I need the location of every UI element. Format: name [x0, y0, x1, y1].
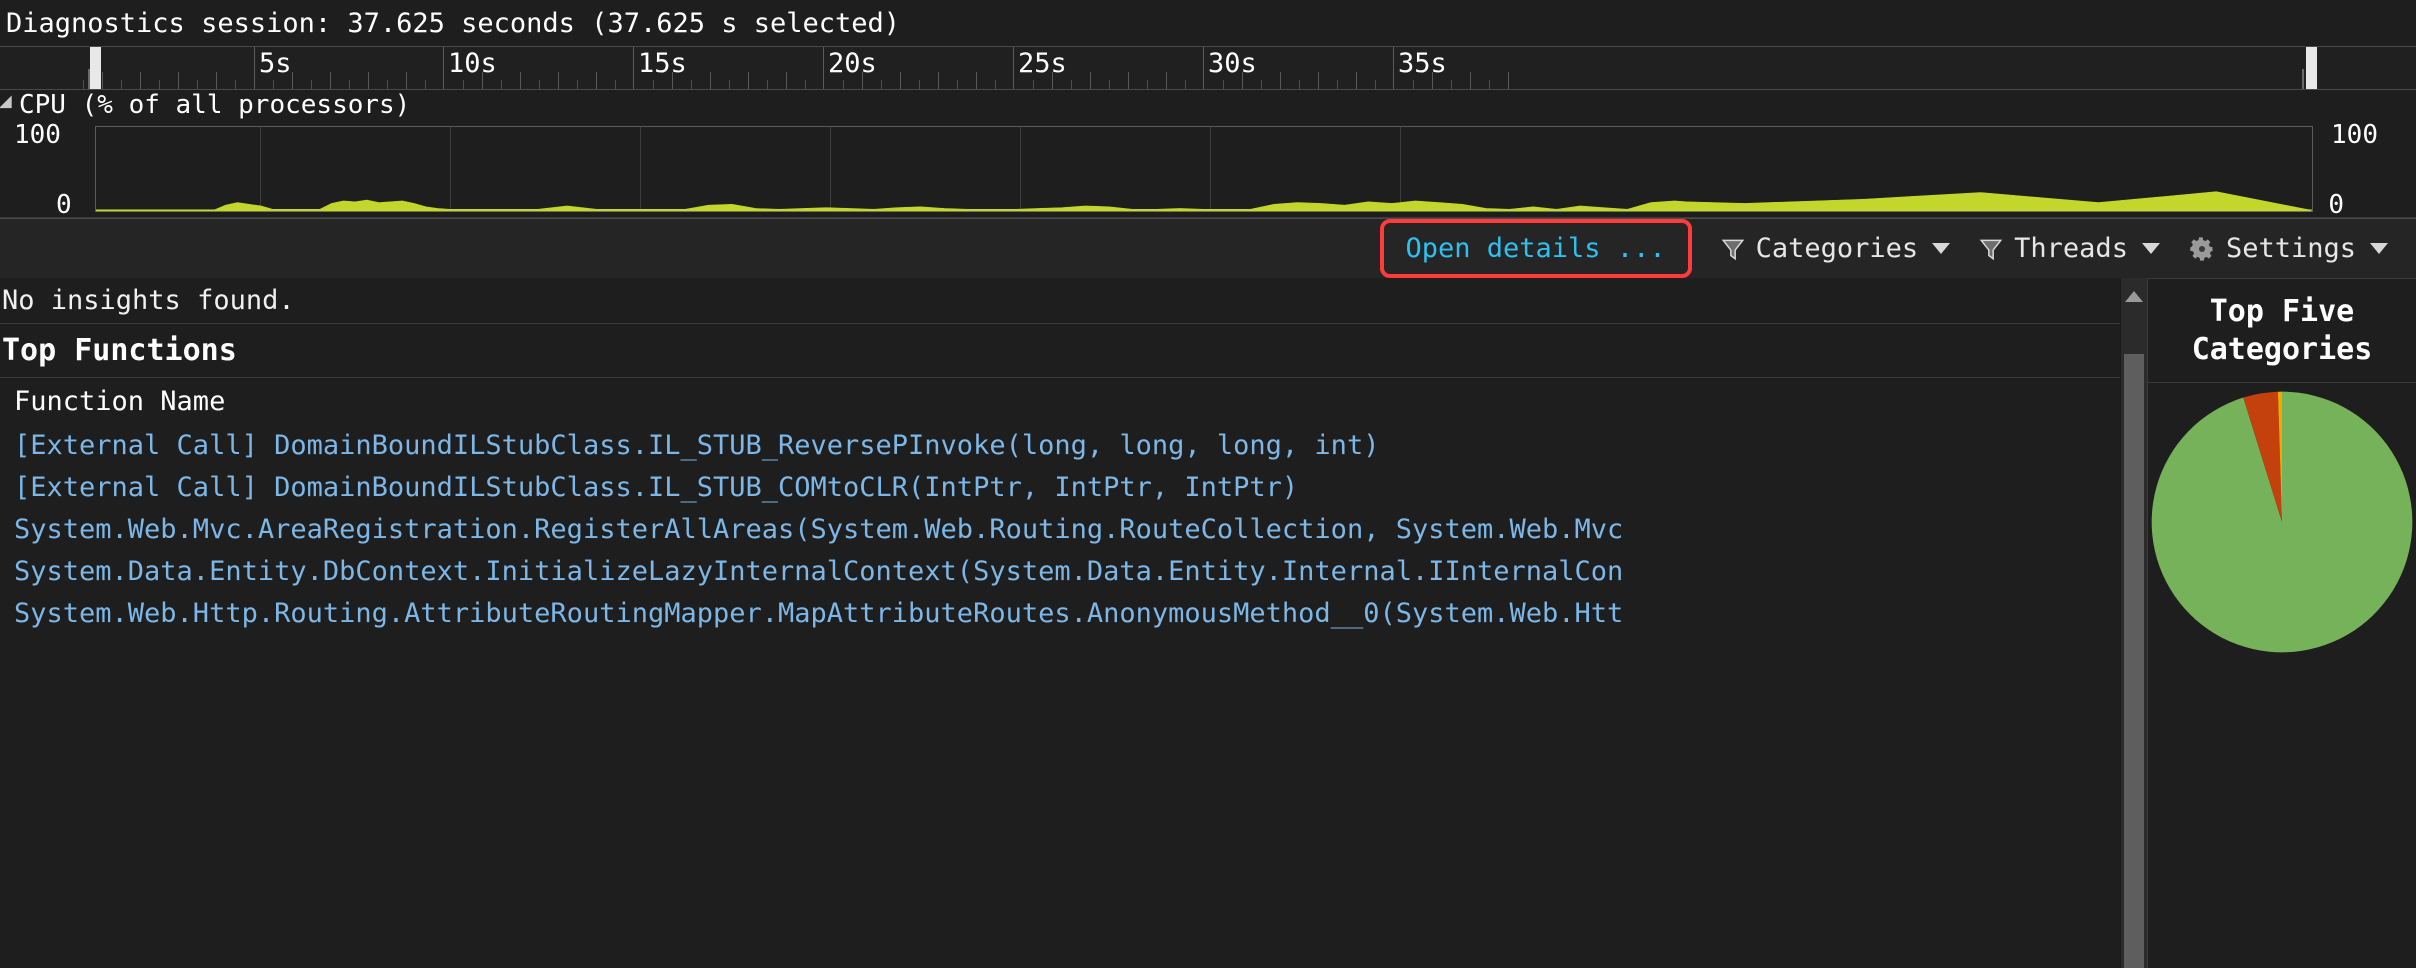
chevron-down-icon — [2142, 243, 2160, 254]
top-categories-title-line2: Categories — [2192, 331, 2373, 369]
cpu-axis-min-left: 0 — [56, 190, 72, 220]
insights-toolbar: Open details ... Categories Threads Sett… — [0, 218, 2416, 278]
ruler-tick-label: 35s — [1393, 48, 1447, 79]
cpu-utilization-graph[interactable] — [95, 126, 2313, 212]
settings-button[interactable]: Settings — [2174, 227, 2402, 270]
collapse-chevron-icon[interactable] — [0, 95, 18, 114]
session-header-bar: Diagnostics session: 37.625 seconds (37.… — [0, 0, 2416, 46]
cpu-area-series — [96, 127, 2312, 211]
cpu-axis-max-left: 100 — [14, 120, 61, 150]
ruler-tick-label: 20s — [823, 48, 877, 79]
ruler-tick-label: 25s — [1013, 48, 1067, 79]
scrollbar-thumb[interactable] — [2124, 354, 2144, 968]
chevron-down-icon — [1932, 243, 1950, 254]
filter-icon — [1720, 236, 1746, 262]
list-item[interactable]: System.Data.Entity.DbContext.InitializeL… — [0, 550, 2120, 592]
cpu-track-title: CPU (% of all processors) — [19, 90, 410, 120]
settings-label: Settings — [2226, 233, 2356, 264]
timeline-ruler[interactable]: 5s 10s 15s 20s 25s 30s 35s — [0, 46, 2416, 90]
chevron-down-icon — [2370, 243, 2388, 254]
ruler-tick-label: 30s — [1203, 48, 1257, 79]
cpu-axis-min-right: 0 — [2328, 190, 2344, 220]
top-functions-title: Top Functions — [2, 333, 237, 368]
list-item[interactable]: System.Web.Mvc.AreaRegistration.Register… — [0, 508, 2120, 550]
insights-pane: No insights found. Top Functions Functio… — [0, 278, 2120, 968]
top-categories-title-line1: Top Five — [2210, 293, 2355, 331]
lower-region: No insights found. Top Functions Functio… — [0, 278, 2416, 968]
categories-filter-button[interactable]: Categories — [1706, 227, 1965, 270]
top-functions-heading: Top Functions — [0, 324, 2120, 378]
selection-end-tick — [2302, 69, 2304, 89]
threads-filter-button[interactable]: Threads — [1964, 227, 2174, 270]
top-categories-pane: Top Five Categories — [2147, 278, 2416, 968]
threads-label: Threads — [2014, 233, 2128, 264]
open-details-button[interactable]: Open details ... — [1380, 219, 1692, 278]
scroll-up-arrow-icon[interactable] — [2125, 291, 2143, 302]
top-categories-heading: Top Five Categories — [2148, 278, 2416, 383]
cpu-track-title-row[interactable]: CPU (% of all processors) — [0, 90, 410, 120]
insights-message-row: No insights found. — [0, 278, 2120, 324]
functions-vertical-scrollbar[interactable] — [2120, 278, 2147, 968]
categories-pie-wrapper — [2148, 383, 2416, 968]
list-item[interactable]: [External Call] DomainBoundILStubClass.I… — [0, 424, 2120, 466]
ruler-tick-label: 15s — [633, 48, 687, 79]
top-categories-pie-chart[interactable] — [2149, 387, 2415, 657]
session-summary-text: Diagnostics session: 37.625 seconds (37.… — [6, 8, 900, 39]
ruler-tick-label: 5s — [254, 48, 292, 79]
ruler-tick-label: 10s — [443, 48, 497, 79]
selection-end-handle[interactable] — [2306, 47, 2317, 89]
filter-icon — [1978, 236, 2004, 262]
gear-icon — [2188, 235, 2216, 263]
list-item[interactable]: System.Web.Http.Routing.AttributeRouting… — [0, 592, 2120, 634]
top-functions-list[interactable]: [External Call] DomainBoundILStubClass.I… — [0, 424, 2120, 968]
categories-label: Categories — [1756, 233, 1919, 264]
function-name-header-label: Function Name — [14, 386, 225, 417]
cpu-track: CPU (% of all processors) 100 0 100 0 — [0, 90, 2416, 218]
insights-message: No insights found. — [2, 285, 295, 316]
selection-start-handle[interactable] — [90, 47, 101, 89]
function-name-column-header: Function Name — [0, 378, 2120, 424]
list-item[interactable]: [External Call] DomainBoundILStubClass.I… — [0, 466, 2120, 508]
diagnostics-hub: Diagnostics session: 37.625 seconds (37.… — [0, 0, 2416, 968]
cpu-axis-max-right: 100 — [2331, 120, 2378, 150]
